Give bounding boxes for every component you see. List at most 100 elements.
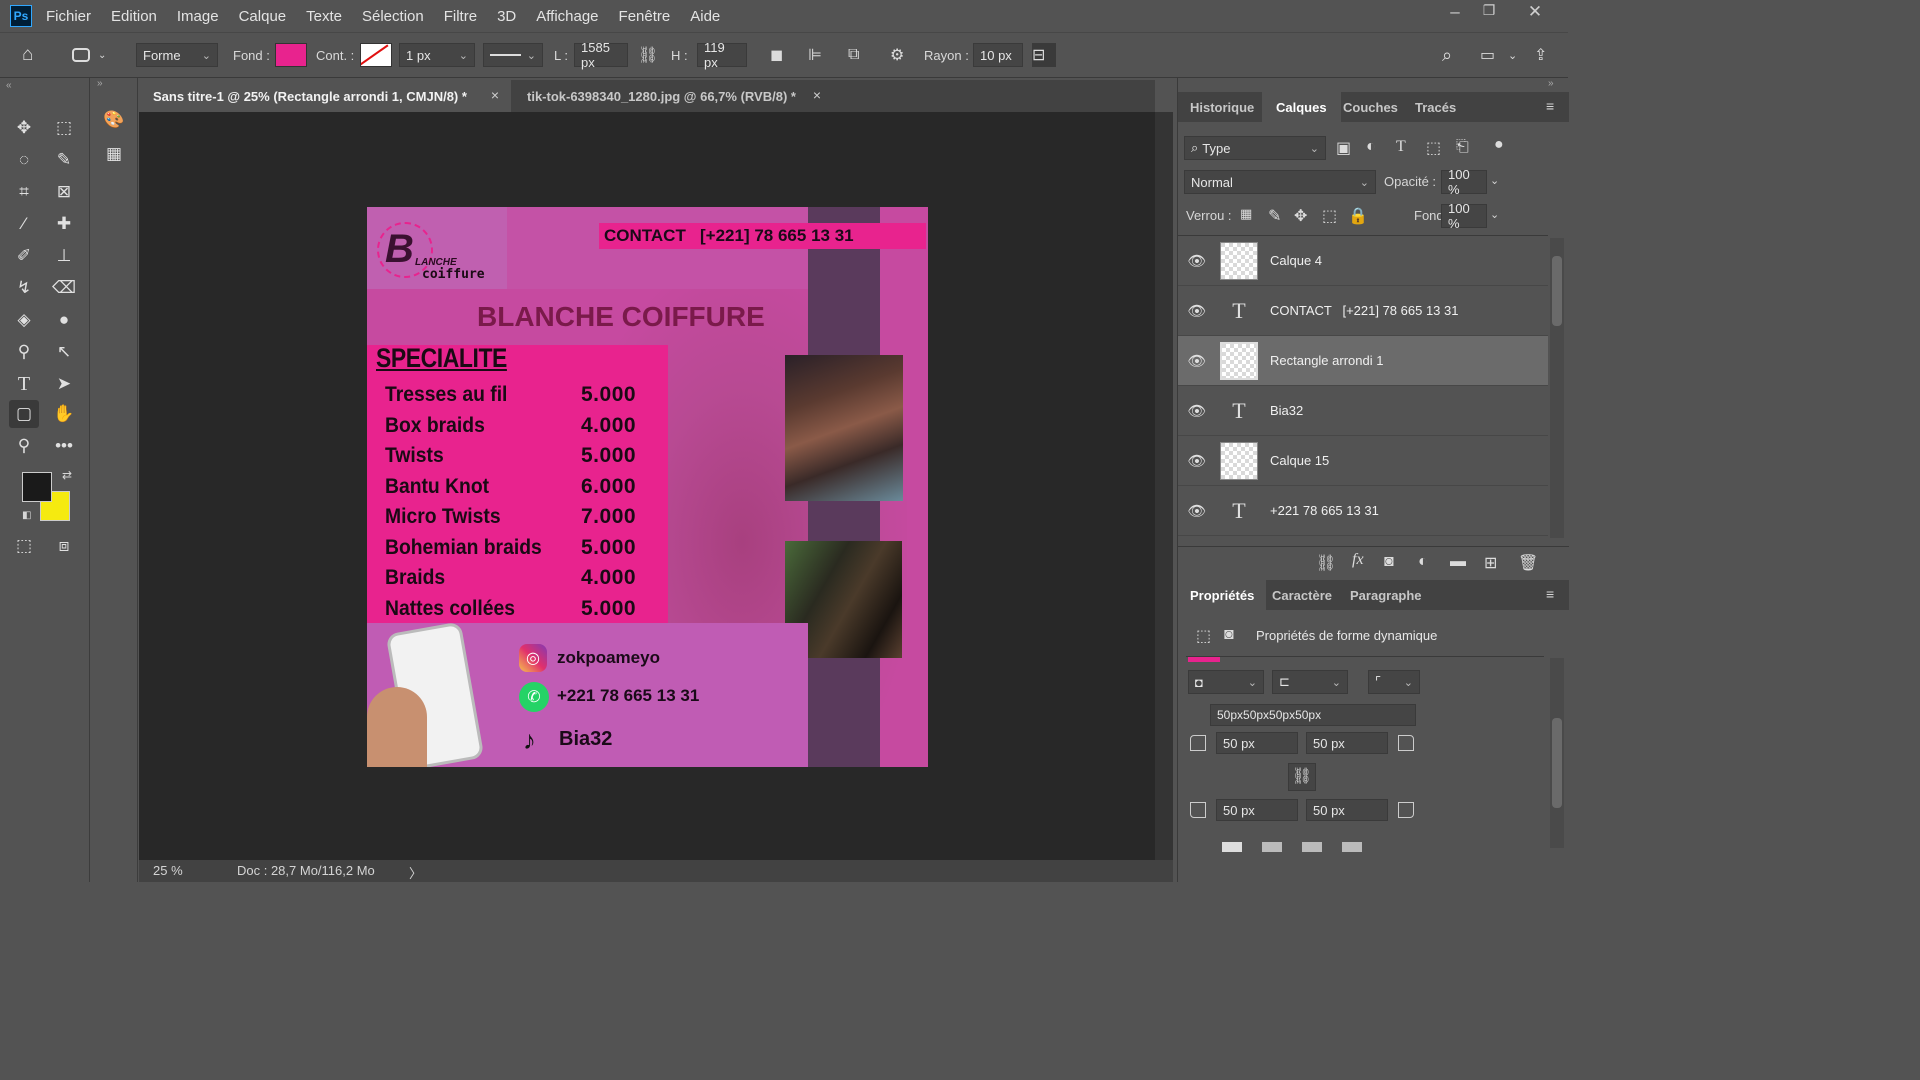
eye-icon[interactable]: 👁 [1178, 502, 1216, 520]
link-corners-icon[interactable]: ⛓ [1288, 763, 1316, 791]
corner-tl-field[interactable]: 50 px [1216, 732, 1298, 754]
menu-selection[interactable]: Sélection [362, 8, 424, 25]
path-arrangement-icon[interactable]: ⧉ [848, 43, 872, 67]
layer-row[interactable]: 👁 Rectangle arrondi 1 [1178, 336, 1548, 386]
folder-icon[interactable]: ▬ [1450, 553, 1466, 571]
corner-radii-field[interactable]: 50px50px50px50px [1210, 704, 1416, 726]
lock-artboard-icon[interactable]: ⬚ [1322, 206, 1337, 226]
menu-calque[interactable]: Calque [239, 8, 287, 25]
close-window-icon[interactable]: ✕ [1522, 2, 1548, 26]
pen-tool-icon[interactable]: ↖ [49, 338, 79, 366]
share-icon[interactable]: ⇪ [1534, 43, 1558, 67]
collapse-panels-icon[interactable]: » [1548, 78, 1554, 89]
layer-row[interactable]: 👁 T Bia32 [1178, 386, 1548, 436]
eye-icon[interactable]: 👁 [1178, 352, 1216, 370]
zoom-level[interactable]: 25 % [153, 863, 183, 878]
path-select-icon[interactable]: ➤ [49, 370, 79, 398]
stroke-type-select[interactable] [483, 43, 543, 67]
eye-icon[interactable]: 👁 [1178, 252, 1216, 270]
tab-calques[interactable]: Calques [1262, 92, 1341, 122]
close-icon[interactable]: × [491, 87, 499, 103]
type-filter-icon[interactable]: T [1396, 138, 1406, 156]
hand-tool-icon[interactable]: ✋ [49, 400, 79, 428]
minimize-icon[interactable]: – [1442, 2, 1468, 26]
move-tool-icon[interactable]: ✥ [9, 114, 39, 142]
menu-texte[interactable]: Texte [306, 8, 342, 25]
menu-aide[interactable]: Aide [690, 8, 720, 25]
combine-shapes-icon[interactable] [1222, 842, 1242, 852]
fill-swatch[interactable] [275, 43, 307, 67]
quick-select-icon[interactable]: ✎ [49, 146, 79, 174]
stroke-cap-select[interactable]: ⊏ [1272, 670, 1348, 694]
type-tool-icon[interactable]: T [9, 370, 39, 398]
exclude-shape-icon[interactable] [1342, 842, 1362, 852]
align-edges-icon[interactable]: ⊟ [1032, 43, 1056, 67]
fill-field[interactable]: 100 % [1441, 201, 1487, 231]
height-field[interactable]: 119 px [697, 40, 747, 70]
panel-menu-icon[interactable]: ≡ [1546, 98, 1554, 114]
marquee-tool-icon[interactable]: ⬚ [49, 114, 79, 142]
layer-row[interactable]: 👁 Calque 15 [1178, 436, 1548, 486]
intersect-shape-icon[interactable] [1302, 842, 1322, 852]
properties-scrollbar[interactable] [1550, 658, 1564, 848]
blend-mode-select[interactable]: Normal [1184, 170, 1376, 194]
healing-brush-icon[interactable]: ✚ [49, 210, 79, 238]
eraser-tool-icon[interactable]: ⌫ [49, 274, 79, 302]
lasso-tool-icon[interactable]: ◌ [9, 146, 39, 174]
menu-filtre[interactable]: Filtre [444, 8, 477, 25]
adjustment-filter-icon[interactable]: ◐ [1366, 138, 1376, 156]
chevron-down-icon[interactable]: ⌄ [1508, 43, 1524, 67]
search-icon[interactable]: ⌕ [1442, 43, 1466, 67]
stamp-tool-icon[interactable]: ⊥ [49, 242, 79, 270]
layers-scrollbar[interactable] [1550, 238, 1564, 538]
corner-br-field[interactable]: 50 px [1306, 799, 1388, 821]
eye-icon[interactable]: 👁 [1178, 452, 1216, 470]
panel-menu-icon[interactable]: ≡ [1546, 586, 1554, 602]
props-fill-swatch[interactable] [1188, 657, 1220, 662]
quick-mask-icon[interactable]: ⬚ [9, 532, 39, 560]
collapse-icon[interactable]: « [6, 80, 12, 91]
canvas-scrollbar[interactable] [1155, 112, 1173, 860]
stroke-width-field[interactable]: 1 px [399, 43, 475, 67]
workspace-icon[interactable]: ▭ [1480, 43, 1504, 67]
menu-fenetre[interactable]: Fenêtre [619, 8, 671, 25]
tab-couches[interactable]: Couches [1343, 92, 1398, 122]
menu-edition[interactable]: Edition [111, 8, 157, 25]
crop-tool-icon[interactable]: ⌗ [9, 178, 39, 206]
layer-row[interactable]: 👁 Calque 4 [1178, 236, 1548, 286]
tab-traces[interactable]: Tracés [1415, 92, 1456, 122]
lock-all-icon[interactable]: 🔒 [1348, 206, 1368, 226]
tab-historique[interactable]: Historique [1190, 92, 1254, 122]
path-alignment-icon[interactable]: ⊫ [808, 43, 830, 67]
link-layers-icon[interactable]: ⛓ [1316, 553, 1336, 573]
trash-icon[interactable]: 🗑 [1518, 553, 1538, 573]
tab-sans-titre[interactable]: Sans titre-1 @ 25% (Rectangle arrondi 1,… [139, 80, 511, 112]
scroll-thumb[interactable] [1552, 718, 1562, 808]
lock-transparency-icon[interactable]: ▦ [1240, 206, 1252, 222]
shape-filter-icon[interactable]: ⬚ [1426, 138, 1441, 158]
lock-position-icon[interactable]: ✥ [1294, 206, 1307, 226]
brush-tool-icon[interactable]: ✐ [9, 242, 39, 270]
layer-row[interactable]: 👁 T +221 78 665 13 31 [1178, 486, 1548, 536]
tab-paragraphe[interactable]: Paragraphe [1350, 580, 1422, 610]
mask-props-icon[interactable]: ◙ [1224, 626, 1234, 644]
corner-tr-field[interactable]: 50 px [1306, 732, 1388, 754]
more-tools-icon[interactable]: ••• [49, 432, 79, 460]
swap-colors-icon[interactable]: ⇄ [62, 468, 72, 482]
path-operations-icon[interactable]: ◼ [770, 43, 790, 67]
default-colors-icon[interactable]: ◧ [22, 510, 31, 521]
swatches-grid-icon[interactable]: ▦ [99, 140, 129, 168]
smart-object-filter-icon[interactable]: ⎗ [1456, 138, 1469, 156]
chevron-down-icon[interactable]: ⌄ [1490, 174, 1499, 187]
shape-tool-preset[interactable]: ⌄ [72, 43, 120, 67]
filter-toggle-icon[interactable]: ● [1494, 136, 1504, 154]
fx-icon[interactable]: fx [1352, 551, 1364, 569]
home-icon[interactable]: ⌂ [22, 43, 48, 67]
menu-image[interactable]: Image [177, 8, 219, 25]
layer-row[interactable]: 👁 T CONTACT [+221] 78 665 13 31 [1178, 286, 1548, 336]
stroke-align-select[interactable]: ◘ [1188, 670, 1264, 694]
eye-icon[interactable]: 👁 [1178, 402, 1216, 420]
screen-mode-icon[interactable]: ⧈ [49, 532, 79, 560]
close-icon[interactable]: × [813, 87, 821, 103]
corner-bl-field[interactable]: 50 px [1216, 799, 1298, 821]
